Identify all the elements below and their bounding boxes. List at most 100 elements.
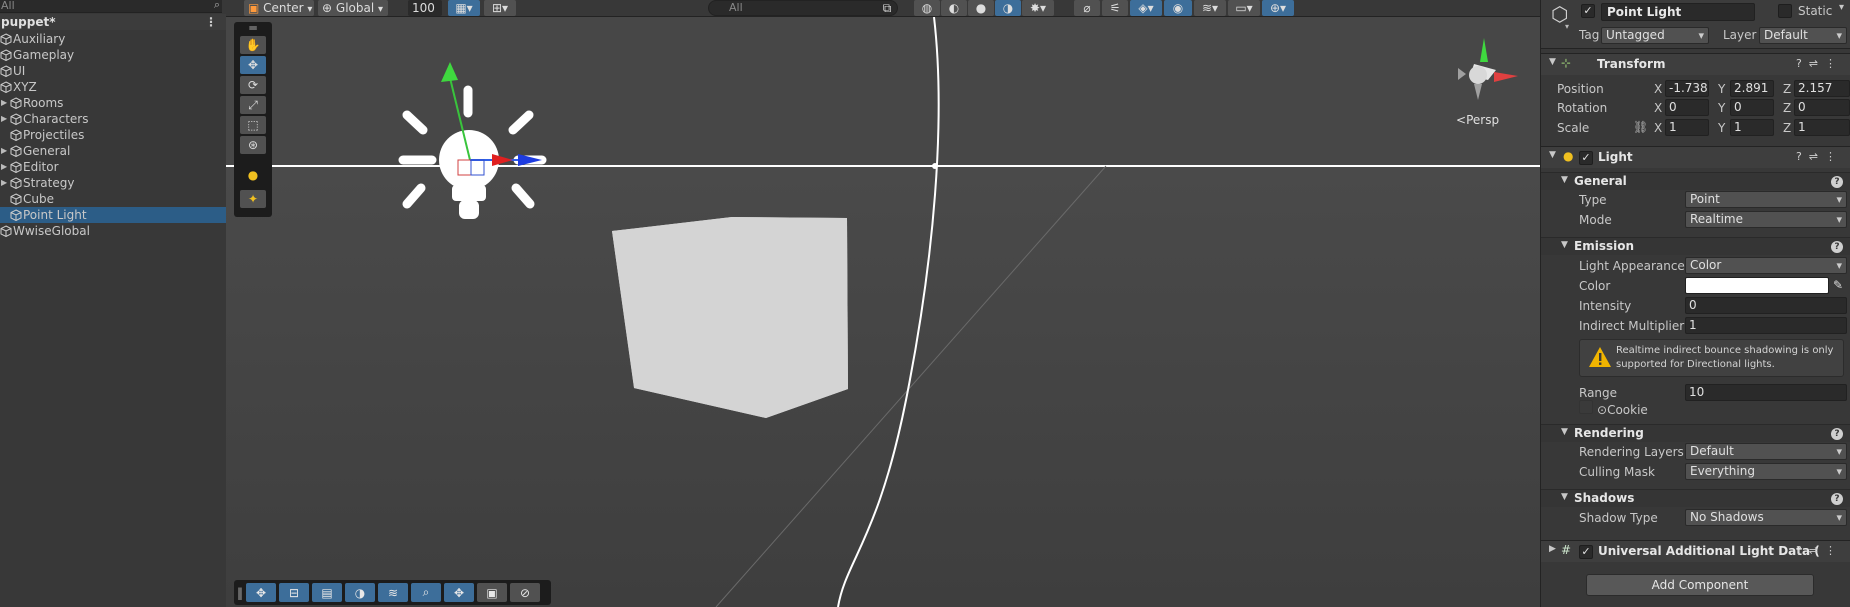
foldout-arrow-icon[interactable]: ▼	[1561, 427, 1568, 437]
foldout-arrow-icon[interactable]: ▼	[1561, 240, 1568, 250]
foldout-arrow-icon[interactable]: ▶	[1549, 544, 1556, 554]
light-tool-icon[interactable]: ●	[240, 166, 266, 184]
type-dropdown[interactable]: Point	[1685, 191, 1847, 208]
pivot-dropdown[interactable]: ▣ Center ▾	[244, 0, 314, 16]
expand-arrow-icon[interactable]: ▶	[1, 95, 9, 111]
rotation-y-field[interactable]: 0	[1730, 99, 1774, 116]
scale-z-field[interactable]: 1	[1794, 119, 1850, 136]
hierarchy-item[interactable]: WwiseGlobal	[0, 223, 226, 239]
foldout-arrow-icon[interactable]: ▼	[1549, 57, 1556, 67]
debug-draw-mode-icon[interactable]: ✸▾	[1022, 0, 1054, 16]
axis-z-label[interactable]: Z	[1783, 82, 1791, 96]
axis-x-label[interactable]: X	[1654, 82, 1662, 96]
component-menu-icons[interactable]: ?⇌⋮	[1796, 57, 1843, 70]
space-dropdown[interactable]: ⊕ Global ▾	[318, 0, 388, 16]
search-options-icon[interactable]: ⧉	[880, 0, 894, 16]
component-menu-icons[interactable]: ?⇌⋮	[1796, 544, 1843, 557]
general-section-header[interactable]: ▼ General ?	[1541, 172, 1850, 190]
light-enabled-checkbox[interactable]: ✓	[1579, 151, 1593, 165]
light-header[interactable]: ▼ ● ✓ Light ?⇌⋮	[1541, 146, 1850, 168]
intensity-field[interactable]: 0	[1685, 297, 1847, 314]
overlay-search-icon[interactable]: ⌕	[411, 583, 441, 602]
expand-arrow-icon[interactable]: ▶	[1, 111, 9, 127]
light-probe-tool-icon[interactable]: ✦	[240, 190, 266, 208]
emission-section-header[interactable]: ▼ Emission ?	[1541, 237, 1850, 255]
additional-light-data-header[interactable]: ▶ # ✓ Universal Additional Light Data ( …	[1541, 540, 1850, 562]
link-icon[interactable]: ⛓	[1633, 120, 1648, 134]
light-appearance-dropdown[interactable]: Color	[1685, 257, 1847, 274]
add-component-button[interactable]: Add Component	[1586, 574, 1814, 596]
wireframe-shading-icon[interactable]: ◍	[914, 0, 940, 16]
hierarchy-item[interactable]: Projectiles	[0, 127, 226, 143]
overlay-snap-icon[interactable]: ⊟	[279, 583, 309, 602]
hierarchy-item[interactable]: Point Light	[0, 207, 226, 223]
scene-view[interactable]: ▣ Center ▾ ⊕ Global ▾ 100 ▦▾ ⊞▾ All ⧉ ◍ …	[226, 0, 1540, 607]
projection-label[interactable]: <Persp	[1456, 113, 1499, 127]
additional-light-enabled-checkbox[interactable]: ✓	[1579, 545, 1593, 559]
hierarchy-item[interactable]: ▶ Editor	[0, 159, 226, 175]
rotate-tool-icon[interactable]: ⟳	[240, 76, 266, 94]
layers-icon[interactable]: ≋▾	[1194, 0, 1226, 16]
overlay-move-icon[interactable]: ✥	[246, 583, 276, 602]
scene-viewport[interactable]	[226, 0, 1540, 607]
hierarchy-item[interactable]: ▶ General	[0, 143, 226, 159]
scene-search-input[interactable]: All	[708, 0, 898, 16]
expand-arrow-icon[interactable]: ▶	[1, 159, 9, 175]
foldout-arrow-icon[interactable]: ▼	[1549, 150, 1556, 160]
shadow-type-dropdown[interactable]: No Shadows	[1685, 509, 1847, 526]
help-icon[interactable]: ?	[1831, 176, 1843, 188]
overlay-drag-handle-icon[interactable]: ‖	[236, 583, 244, 602]
layer-dropdown[interactable]: Default	[1759, 27, 1847, 44]
eyedropper-icon[interactable]: ✎	[1833, 278, 1843, 292]
gizmos-icon[interactable]: ⊕▾	[1262, 0, 1294, 16]
hierarchy-item[interactable]: UI	[0, 63, 226, 79]
axis-z-label[interactable]: Z	[1783, 121, 1791, 135]
grid-snap-button[interactable]: ▦▾	[448, 0, 480, 16]
hierarchy-item[interactable]: Cube	[0, 191, 226, 207]
visibility-icon[interactable]: ◉	[1164, 0, 1192, 16]
shaded-icon[interactable]: ●	[968, 0, 994, 16]
axis-x-label[interactable]: X	[1654, 121, 1662, 135]
drag-handle-icon[interactable]: ═	[240, 21, 266, 35]
hierarchy-item[interactable]: ▶ Rooms	[0, 95, 226, 111]
rect-tool-icon[interactable]: ⬚	[240, 116, 266, 134]
cookie-checkbox[interactable]	[1579, 400, 1593, 414]
overlay-camera-icon[interactable]: ▣	[477, 583, 507, 602]
grid-size-field[interactable]: 100	[408, 0, 442, 16]
audio-effects-icon[interactable]: ◈▾	[1130, 0, 1162, 16]
rendering-layers-dropdown[interactable]: Default	[1685, 443, 1847, 460]
axis-y-label[interactable]: Y	[1718, 101, 1725, 115]
rotation-z-field[interactable]: 0	[1794, 99, 1850, 116]
axis-x-label[interactable]: X	[1654, 101, 1662, 115]
increment-snap-button[interactable]: ⊞▾	[484, 0, 516, 16]
object-name-field[interactable]: Point Light	[1601, 3, 1755, 21]
hand-tool-icon[interactable]: ✋	[240, 36, 266, 54]
overlay-orient-icon[interactable]: ✥	[444, 583, 474, 602]
static-dropdown-icon[interactable]: ▾	[1839, 2, 1844, 13]
hierarchy-item[interactable]: Auxiliary	[0, 31, 226, 47]
shadows-section-header[interactable]: ▼ Shadows ?	[1541, 489, 1850, 507]
hierarchy-item[interactable]: ▶ Strategy	[0, 175, 226, 191]
scale-tool-icon[interactable]: ⤢	[240, 96, 266, 114]
overlay-layers-icon[interactable]: ≋	[378, 583, 408, 602]
lighting-toggle-icon[interactable]: ⚟	[1102, 0, 1128, 16]
help-icon[interactable]: ?	[1831, 493, 1843, 505]
help-icon[interactable]: ?	[1831, 428, 1843, 440]
overlay-shading-icon[interactable]: ◑	[345, 583, 375, 602]
hierarchy-item[interactable]: Gameplay	[0, 47, 226, 63]
scale-x-field[interactable]: 1	[1665, 119, 1709, 136]
axis-y-label[interactable]: Y	[1718, 121, 1725, 135]
search-icon[interactable]: ⌕	[214, 0, 220, 11]
hierarchy-item[interactable]: ▶ Characters	[0, 111, 226, 127]
hierarchy-search-input[interactable]: All ⌕	[0, 0, 222, 13]
camera-icon[interactable]: ▭▾	[1228, 0, 1260, 16]
culling-mask-dropdown[interactable]: Everything	[1685, 463, 1847, 480]
transform-tool-icon[interactable]: ⊛	[240, 136, 266, 154]
mode-dropdown[interactable]: Realtime	[1685, 211, 1847, 228]
position-z-field[interactable]: 2.157	[1794, 80, 1850, 97]
expand-arrow-icon[interactable]: ▶	[1, 175, 9, 191]
move-tool-icon[interactable]: ✥	[240, 56, 266, 74]
cookie-field[interactable]: ⊙Cookie	[1597, 403, 1648, 417]
component-menu-icons[interactable]: ?⇌⋮	[1796, 150, 1843, 163]
shaded-wireframe-icon[interactable]: ◐	[941, 0, 967, 16]
